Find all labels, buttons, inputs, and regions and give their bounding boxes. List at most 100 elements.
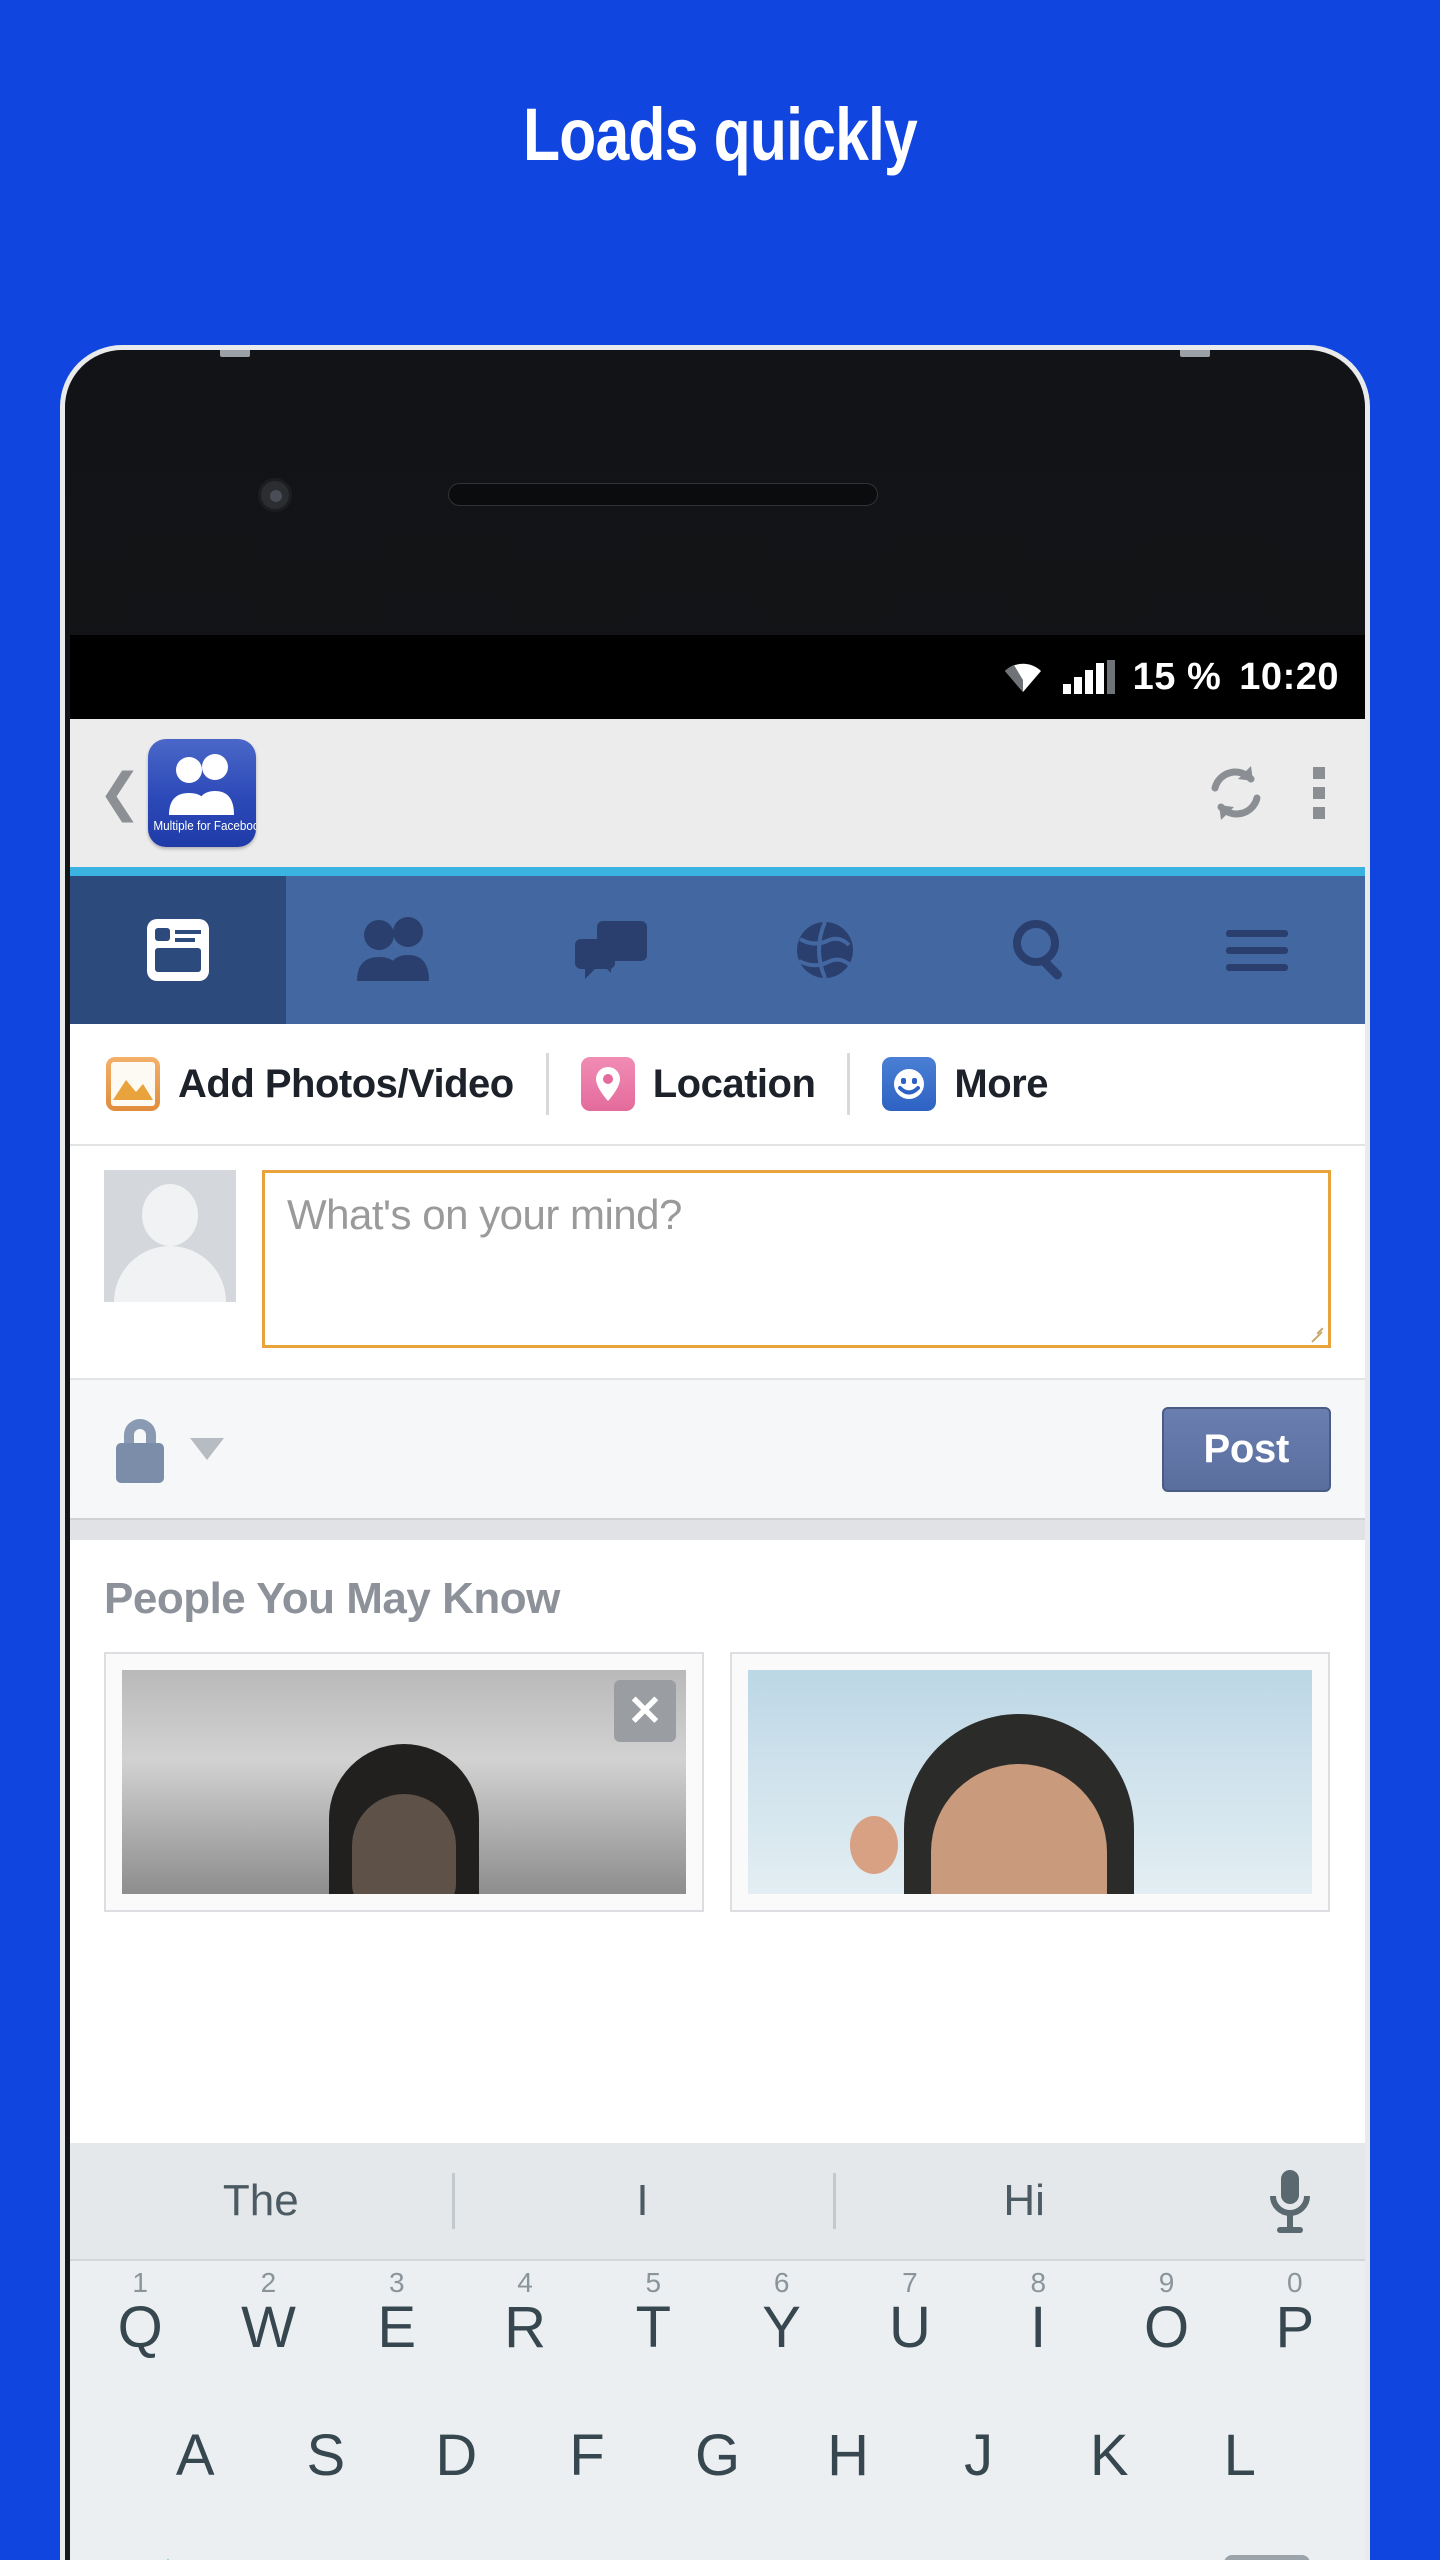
resize-grip-icon[interactable]	[1308, 1325, 1324, 1341]
key-h[interactable]: H	[783, 2389, 914, 2517]
friends-icon	[168, 754, 234, 815]
key-label: Q	[117, 2295, 163, 2360]
suggestion-strip: The I Hi	[70, 2143, 1365, 2261]
list-item[interactable]	[730, 1652, 1330, 1912]
key-z[interactable]: Z	[259, 2517, 390, 2560]
key-g[interactable]: G	[652, 2389, 783, 2517]
key-j[interactable]: J	[913, 2389, 1044, 2517]
status-clock: 10:20	[1239, 655, 1339, 698]
page-title: Loads quickly	[523, 93, 918, 176]
key-label: S	[306, 2423, 346, 2488]
overflow-menu-icon[interactable]	[1313, 767, 1325, 819]
sidebar-item-news-feed[interactable]	[70, 876, 286, 1024]
add-photos-video-button[interactable]: Add Photos/Video	[106, 1057, 514, 1111]
suggestion-0[interactable]: The	[70, 2176, 452, 2226]
key-n[interactable]: N	[914, 2517, 1045, 2560]
key-t[interactable]: 5T	[589, 2261, 717, 2389]
battery-percent: 15 %	[1132, 655, 1222, 698]
post-button[interactable]: Post	[1161, 1406, 1331, 1492]
key-q[interactable]: 1Q	[76, 2261, 204, 2389]
location-label: Location	[652, 1061, 816, 1106]
key-c[interactable]: C	[521, 2517, 652, 2560]
key-superscript: 8	[1030, 2267, 1047, 2298]
facebook-nav-bar	[70, 876, 1365, 1024]
key-d[interactable]: D	[391, 2389, 522, 2517]
key-b[interactable]: B	[783, 2517, 914, 2560]
device-nub-left	[220, 350, 250, 357]
status-input[interactable]: What's on your mind?	[262, 1170, 1331, 1348]
key-label: T	[635, 2295, 672, 2360]
suggestion-1[interactable]: I	[452, 2176, 834, 2226]
lock-icon	[116, 1419, 164, 1483]
key-y[interactable]: 6Y	[718, 2261, 846, 2389]
dismiss-suggestion-button[interactable]: ✕	[614, 1680, 676, 1742]
phone-device: 15 % 10:20 ❮ Multiple for Facebook Add P…	[60, 345, 1370, 2560]
key-p[interactable]: 0P	[1231, 2261, 1359, 2389]
privacy-selector[interactable]	[104, 1411, 224, 1487]
key-superscript: 0	[1287, 2267, 1303, 2298]
more-label: More	[954, 1061, 1048, 1106]
suggestion-2[interactable]: Hi	[833, 2176, 1215, 2226]
sidebar-item-messages[interactable]	[502, 876, 718, 1024]
key-k[interactable]: K	[1044, 2389, 1175, 2517]
microphone-icon[interactable]	[1215, 2166, 1365, 2236]
key-i[interactable]: 8I	[974, 2261, 1102, 2389]
status-bar: 15 % 10:20	[70, 635, 1365, 719]
key-w[interactable]: 2W	[204, 2261, 332, 2389]
photo-icon	[106, 1057, 160, 1111]
key-label: V	[698, 2551, 737, 2560]
key-o[interactable]: 9O	[1102, 2261, 1230, 2389]
key-label: U	[889, 2295, 931, 2360]
sidebar-item-notifications[interactable]	[717, 876, 933, 1024]
key-backspace[interactable]: ✕	[1176, 2517, 1359, 2560]
keyboard-row-3: Z X C V B N M ✕	[70, 2517, 1365, 2560]
key-label: X	[436, 2551, 475, 2560]
key-a[interactable]: A	[130, 2389, 261, 2517]
key-l[interactable]: L	[1174, 2389, 1305, 2517]
key-x[interactable]: X	[390, 2517, 521, 2560]
list-item[interactable]: ✕	[104, 1652, 704, 1912]
key-shift[interactable]	[76, 2517, 259, 2560]
key-label: F	[569, 2423, 605, 2488]
key-f[interactable]: F	[522, 2389, 653, 2517]
key-superscript: 5	[645, 2267, 662, 2298]
keyboard-row-1: 1Q 2W 3E 4R 5T 6Y 7U 8I 9O 0P	[70, 2261, 1365, 2389]
key-s[interactable]: S	[261, 2389, 392, 2517]
composer-options-row: Add Photos/Video Location More	[70, 1024, 1365, 1146]
app-toolbar: ❮ Multiple for Facebook	[70, 719, 1365, 867]
key-label: N	[958, 2551, 1000, 2560]
key-e[interactable]: 3E	[333, 2261, 461, 2389]
back-chevron-icon[interactable]: ❮	[98, 767, 142, 819]
pymk-card-list: ✕	[104, 1652, 1331, 1912]
key-label: P	[1275, 2295, 1315, 2360]
key-superscript: 7	[902, 2267, 918, 2298]
refresh-icon[interactable]	[1203, 760, 1269, 826]
key-m[interactable]: M	[1045, 2517, 1176, 2560]
sidebar-item-friends[interactable]	[286, 876, 502, 1024]
app-icon[interactable]: Multiple for Facebook	[147, 739, 256, 847]
key-superscript: 3	[388, 2267, 405, 2298]
pymk-photo-ear	[849, 1816, 898, 1874]
phone-screen: 15 % 10:20 ❮ Multiple for Facebook Add P…	[70, 635, 1365, 2560]
sidebar-item-menu[interactable]	[1149, 876, 1365, 1024]
key-label: L	[1223, 2423, 1256, 2488]
key-label: K	[1089, 2423, 1129, 2488]
key-u[interactable]: 7U	[846, 2261, 974, 2389]
key-superscript: 9	[1158, 2267, 1175, 2298]
location-button[interactable]: Location	[580, 1057, 816, 1111]
key-r[interactable]: 4R	[461, 2261, 589, 2389]
shift-arrow-icon	[138, 2555, 198, 2560]
pymk-photo-face	[352, 1794, 456, 1894]
key-v[interactable]: V	[652, 2517, 783, 2560]
sidebar-item-search[interactable]	[933, 876, 1149, 1024]
more-button[interactable]: More	[882, 1057, 1048, 1111]
key-label: Y	[762, 2295, 801, 2360]
key-label: A	[175, 2423, 215, 2488]
emoji-more-icon	[882, 1057, 937, 1111]
location-pin-icon	[580, 1057, 635, 1111]
key-superscript: 4	[517, 2267, 533, 2298]
pymk-photo	[748, 1670, 1312, 1894]
keyboard-row-2: A S D F G H J K L	[70, 2389, 1365, 2517]
key-superscript: 2	[260, 2267, 277, 2298]
pymk-photo	[122, 1670, 686, 1894]
